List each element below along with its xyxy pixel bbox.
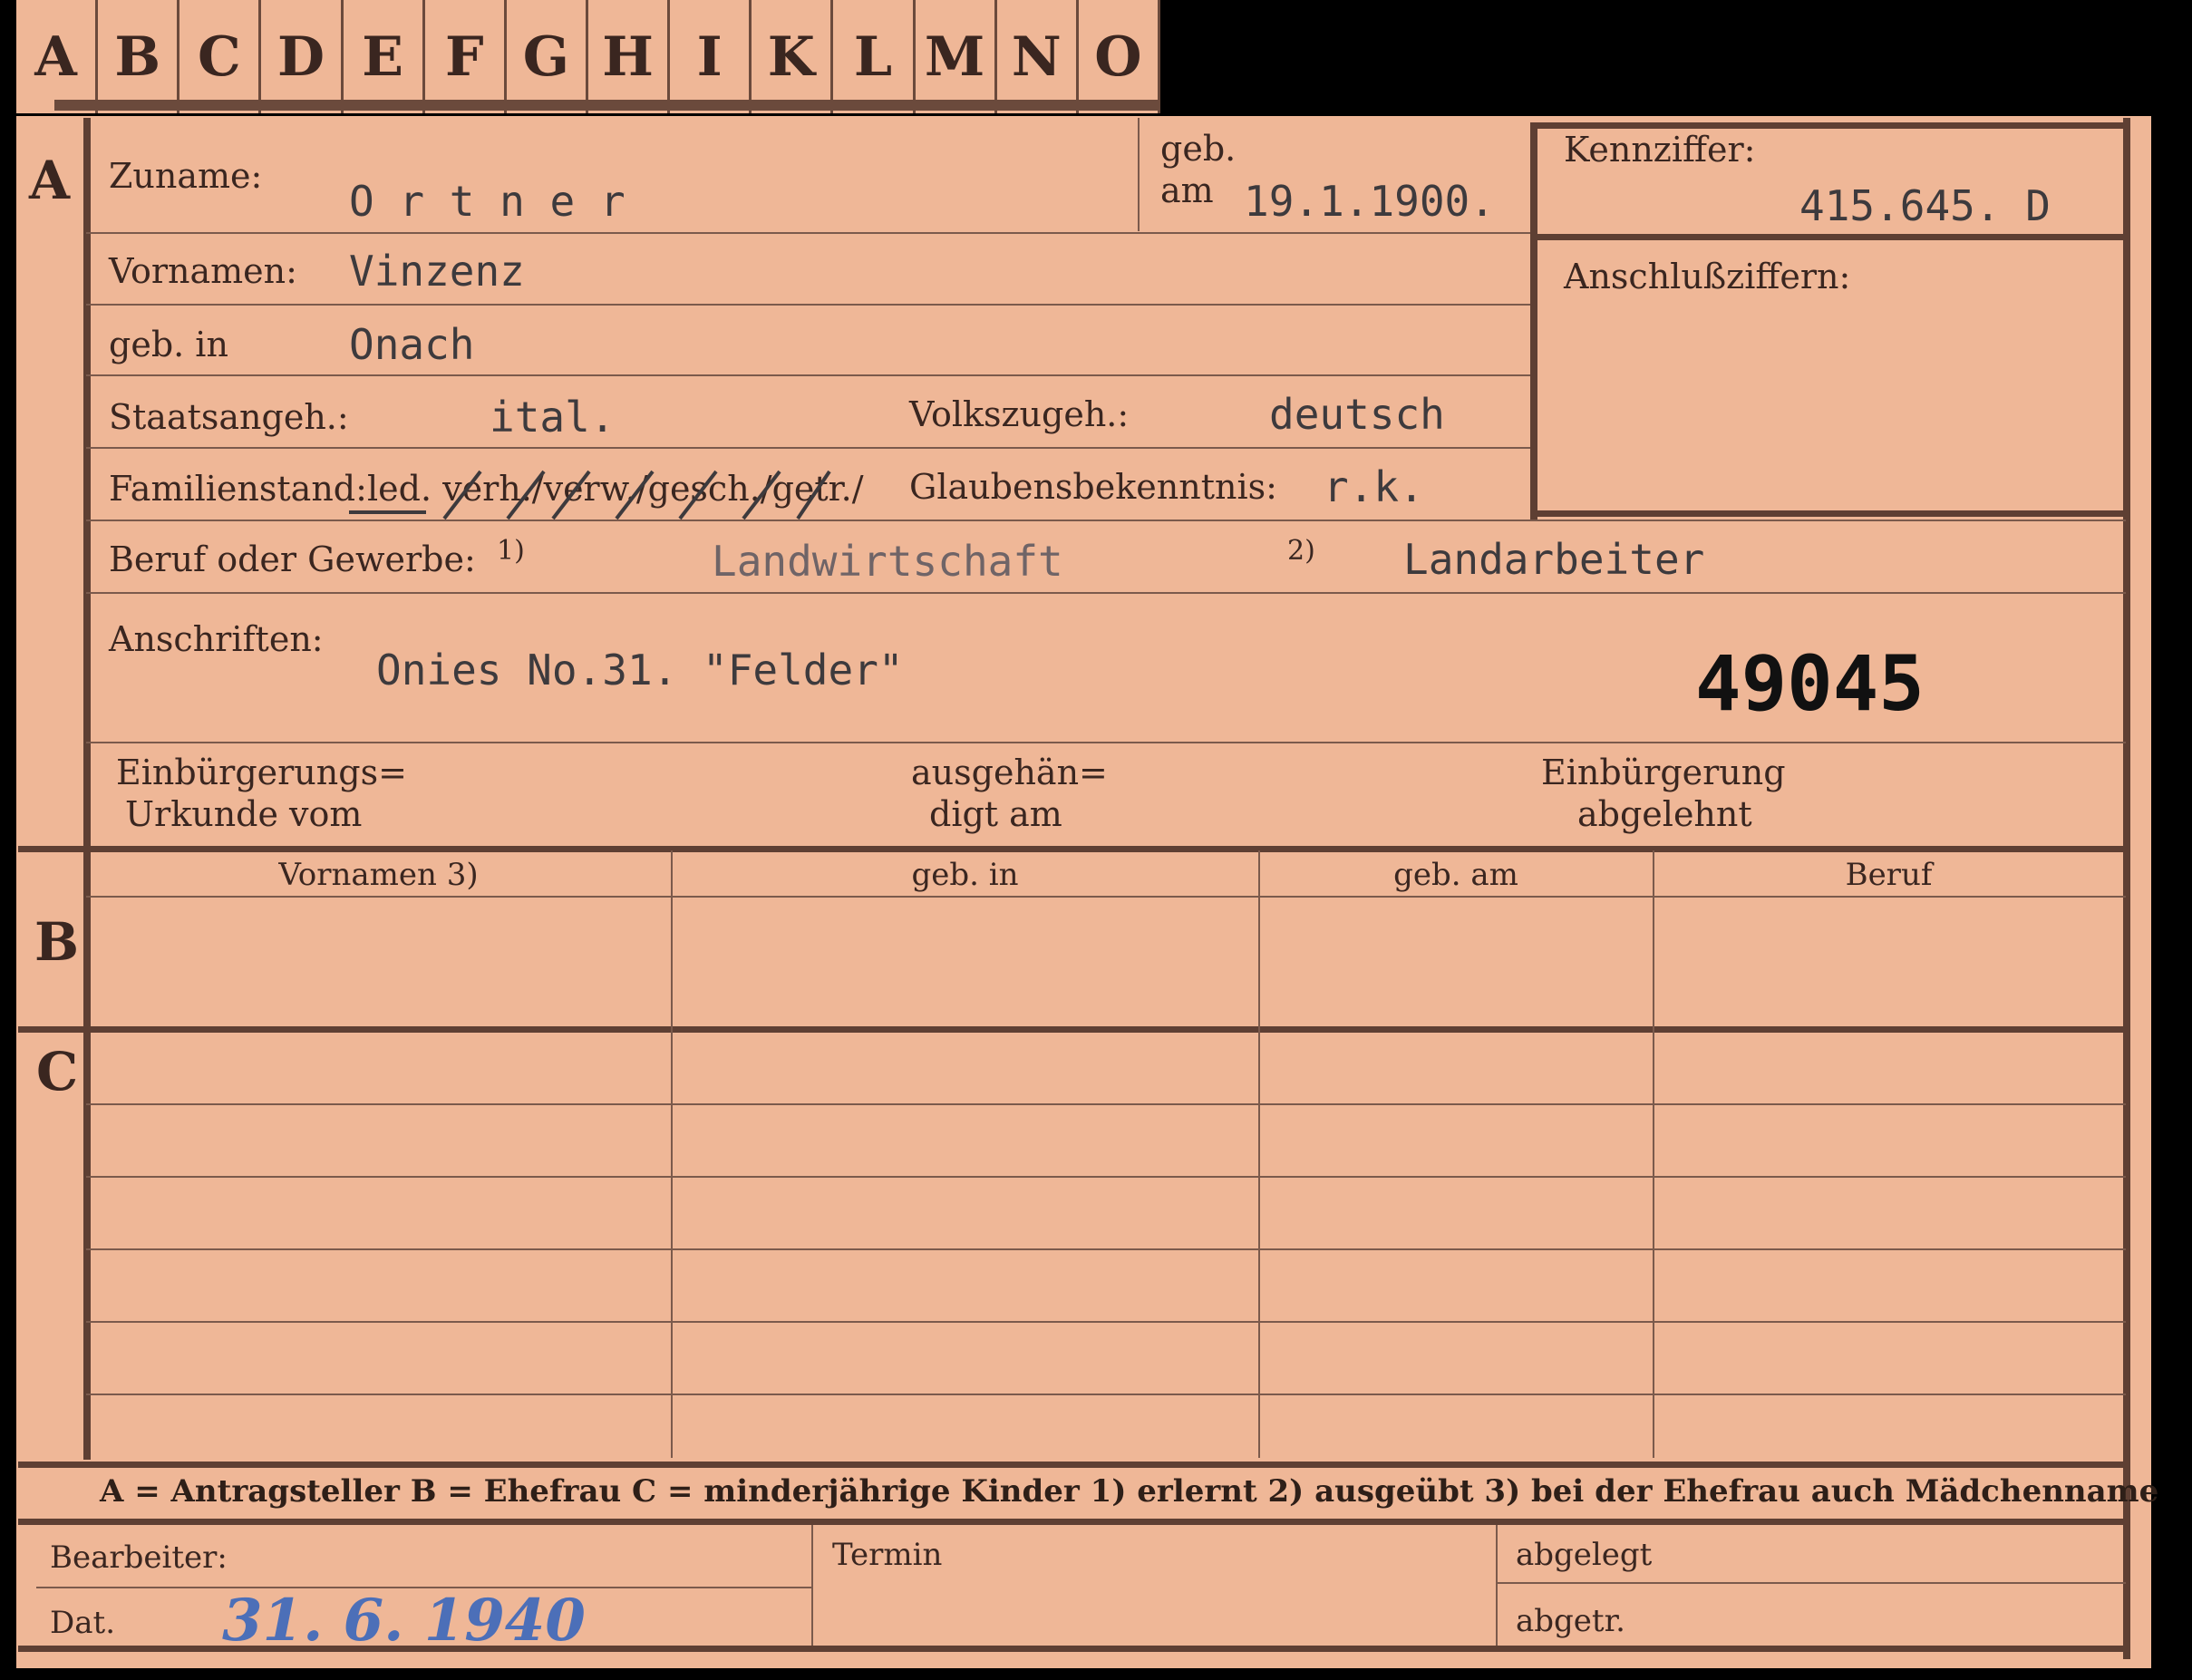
geb-in-value: Onach bbox=[349, 320, 475, 369]
kennziffer-label: Kennziffer: bbox=[1564, 130, 1756, 170]
glaubensbekenntnis-label: Glaubensbekenntnis: bbox=[909, 467, 1277, 507]
kennziffer-box-bottom bbox=[1530, 510, 2127, 517]
col-sep bbox=[1258, 850, 1260, 1458]
tab-l[interactable]: L bbox=[833, 0, 916, 113]
right-frame-line bbox=[2123, 118, 2130, 1659]
row-line bbox=[86, 304, 1530, 306]
beruf-ausgeuebt-value: Landarbeiter bbox=[1403, 535, 1705, 584]
legend-text: A = Antragsteller B = Ehefrau C = minder… bbox=[100, 1473, 2159, 1510]
tab-a[interactable]: A bbox=[16, 0, 99, 113]
row-line bbox=[86, 447, 1530, 449]
tab-h[interactable]: H bbox=[588, 0, 671, 113]
staatsangeh-value: ital. bbox=[490, 393, 616, 442]
stamp-number: 49045 bbox=[1695, 639, 1925, 728]
glaubensbekenntnis-value: r.k. bbox=[1324, 462, 1424, 511]
row-line bbox=[86, 374, 1530, 376]
legend-bottom-line bbox=[18, 1519, 2127, 1525]
volkszugeh-label: Volkszugeh.: bbox=[909, 394, 1130, 434]
header-line bbox=[86, 896, 2126, 898]
child-row-line bbox=[86, 1321, 2126, 1323]
kennziffer-box-left bbox=[1530, 122, 1537, 521]
kennziffer-box-top bbox=[1530, 122, 2127, 129]
termin-label: Termin bbox=[832, 1537, 943, 1573]
tab-d[interactable]: D bbox=[261, 0, 344, 113]
child-row-line bbox=[86, 1248, 2126, 1250]
bearbeiter-label: Bearbeiter: bbox=[50, 1539, 228, 1576]
legend-top-line bbox=[18, 1462, 2127, 1468]
anschriften-label: Anschriften: bbox=[109, 619, 324, 659]
vornamen-value: Vinzenz bbox=[349, 247, 525, 296]
familienstand-strikethrough bbox=[349, 470, 831, 520]
footer-sep bbox=[1496, 1525, 1498, 1652]
row-line bbox=[86, 232, 1530, 234]
einbuergerungs-label-line1: Einbürgerungs= bbox=[116, 753, 407, 792]
abgelegt-label: abgelegt bbox=[1516, 1537, 1653, 1573]
kennziffer-value: 415.645. D bbox=[1799, 181, 2051, 230]
child-row-line bbox=[86, 1103, 2126, 1105]
vornamen-label: Vornamen: bbox=[109, 251, 297, 291]
staatsangeh-label: Staatsangeh.: bbox=[109, 397, 349, 437]
alphabet-tabs: A B C D E F G H I K L M N O bbox=[16, 0, 1160, 113]
section-divider-ab bbox=[18, 846, 2127, 852]
col-header-geb-in: geb. in bbox=[911, 857, 1019, 893]
abgetr-label: abgetr. bbox=[1516, 1603, 1625, 1639]
tab-f[interactable]: F bbox=[425, 0, 507, 113]
footnote-1: 1) bbox=[497, 535, 525, 567]
ausgehaen-label-line1: ausgehän= bbox=[911, 753, 1108, 792]
col-sep bbox=[671, 850, 673, 1458]
footer-line bbox=[1496, 1582, 2126, 1584]
beruf-erlernt-value: Landwirtschaft bbox=[712, 537, 1063, 586]
col-header-beruf: Beruf bbox=[1845, 857, 1933, 893]
footer-sep bbox=[811, 1525, 813, 1652]
tab-underline bbox=[54, 100, 1160, 111]
dat-handwritten: 31. 6. 1940 bbox=[222, 1587, 586, 1655]
beruf-label: Beruf oder Gewerbe: bbox=[109, 539, 476, 579]
geb-in-label: geb. in bbox=[109, 325, 228, 364]
kennziffer-divider bbox=[1530, 234, 2127, 240]
tab-e[interactable]: E bbox=[344, 0, 425, 113]
dat-label: Dat. bbox=[50, 1605, 116, 1641]
section-c-label: C bbox=[36, 1041, 79, 1102]
geb-am-value: 19.1.1900. bbox=[1244, 177, 1495, 226]
am-label: am bbox=[1160, 170, 1214, 210]
tab-n[interactable]: N bbox=[997, 0, 1079, 113]
zuname-label: Zuname: bbox=[109, 156, 263, 196]
ausgehaen-label-line2: digt am bbox=[929, 794, 1062, 834]
tab-m[interactable]: M bbox=[916, 0, 997, 113]
geb-divider bbox=[1138, 118, 1140, 231]
abgelehnt-label-line1: Einbürgerung bbox=[1541, 753, 1786, 792]
section-a-label: A bbox=[29, 150, 71, 211]
abgelehnt-label-line2: abgelehnt bbox=[1577, 794, 1752, 834]
tab-i[interactable]: I bbox=[670, 0, 752, 113]
tab-k[interactable]: K bbox=[752, 0, 834, 113]
tab-g[interactable]: G bbox=[507, 0, 588, 113]
left-frame-line bbox=[83, 118, 91, 1460]
anschrift-value: Onies No.31. "Felder" bbox=[376, 646, 904, 694]
einbuergerungs-label-line2: Urkunde vom bbox=[125, 794, 363, 834]
row-line bbox=[86, 592, 2126, 594]
footnote-2: 2) bbox=[1287, 535, 1315, 567]
col-sep bbox=[1653, 850, 1654, 1458]
familienstand-label: Familienstand: bbox=[109, 469, 367, 509]
section-b-label: B bbox=[34, 911, 80, 973]
volkszugeh-value: deutsch bbox=[1269, 390, 1445, 439]
col-header-geb-am: geb. am bbox=[1393, 857, 1518, 893]
zuname-value: O r t n e r bbox=[349, 177, 626, 226]
geb-label: geb. bbox=[1160, 129, 1237, 169]
col-header-vornamen: Vornamen 3) bbox=[278, 857, 479, 893]
tab-c[interactable]: C bbox=[179, 0, 262, 113]
tab-o[interactable]: O bbox=[1079, 0, 1160, 113]
anschlussziffern-label: Anschlußziffern: bbox=[1564, 257, 1851, 296]
tab-b[interactable]: B bbox=[98, 0, 180, 113]
row-line bbox=[86, 742, 2126, 743]
section-divider-bc bbox=[18, 1026, 2127, 1033]
child-row-line bbox=[86, 1394, 2126, 1395]
child-row-line bbox=[86, 1176, 2126, 1178]
